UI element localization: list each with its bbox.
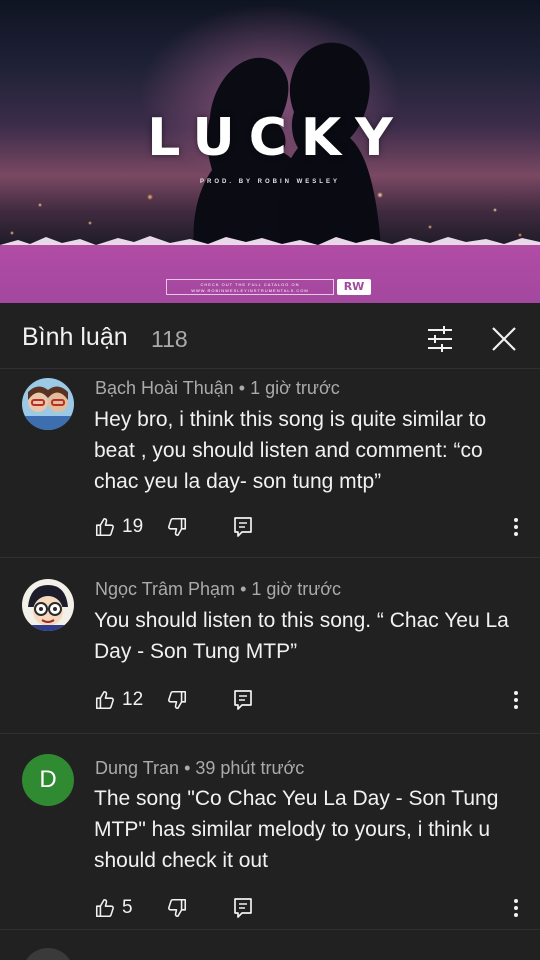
- sort-filter-icon[interactable]: [422, 321, 458, 357]
- comments-count: 118: [151, 326, 188, 352]
- comment-actions: 5: [94, 895, 534, 921]
- comments-header: Bình luận 118: [0, 303, 540, 369]
- video-banner: CHECK OUT THE FULL CATALOG ON WWW.ROBINW…: [0, 245, 540, 303]
- comment-meta: Bạch Hoài Thuận • 1 giờ trước: [95, 378, 340, 399]
- like-button[interactable]: 5: [94, 895, 133, 921]
- comment-author[interactable]: Dung Tran: [95, 758, 179, 778]
- comment-item: Ngọc Trâm Phạm • 1 giờ trước You should …: [0, 558, 540, 734]
- avatar[interactable]: [22, 948, 74, 960]
- comment-time: 39 phút trước: [195, 758, 305, 778]
- video-title-text: LUCKY: [147, 108, 407, 168]
- close-icon[interactable]: [484, 319, 524, 359]
- video-player[interactable]: LUCKY PROD. BY ROBIN WESLEY CHECK OUT TH…: [0, 0, 540, 303]
- reply-icon[interactable]: [233, 516, 253, 538]
- thumbs-down-icon[interactable]: [166, 516, 188, 538]
- comment-item-partial: [0, 930, 540, 960]
- comment-meta: Dung Tran • 39 phút trước: [95, 758, 304, 779]
- meta-separator: •: [238, 378, 251, 398]
- more-options-icon[interactable]: [506, 895, 526, 921]
- like-button[interactable]: 12: [94, 687, 143, 713]
- avatar[interactable]: D: [22, 754, 74, 806]
- comment-actions: 12: [94, 687, 534, 713]
- comment-time: 1 giờ trước: [251, 579, 342, 599]
- comment-author[interactable]: Ngọc Trâm Phạm: [95, 579, 235, 599]
- reply-icon[interactable]: [233, 689, 253, 711]
- thumbs-up-icon: [95, 690, 114, 710]
- like-button[interactable]: 19: [94, 514, 143, 540]
- avatar[interactable]: [22, 378, 74, 430]
- like-count: 12: [122, 689, 144, 710]
- comment-time: 1 giờ trước: [250, 378, 340, 398]
- avatar[interactable]: [22, 579, 74, 631]
- thumbs-up-icon: [95, 517, 114, 537]
- comment-text: You should listen to this song. “ Chac Y…: [94, 609, 509, 663]
- like-count: 19: [122, 516, 144, 537]
- thumbs-down-icon[interactable]: [166, 689, 188, 711]
- catalog-line-2: WWW.ROBINWESLEYINSTRUMENTALS.COM: [191, 288, 309, 293]
- comment-meta: Ngọc Trâm Phạm • 1 giờ trước: [95, 579, 341, 600]
- thumbs-up-icon: [95, 898, 114, 918]
- more-options-icon[interactable]: [506, 514, 526, 540]
- comment-text: Hey bro, i think this song is quite simi…: [94, 408, 487, 493]
- producer-credit: PROD. BY ROBIN WESLEY: [200, 179, 340, 185]
- more-options-icon[interactable]: [506, 687, 526, 713]
- comment-item: D Dung Tran • 39 phút trước The song "Co…: [0, 734, 540, 930]
- comment-text: The song "Co Chac Yeu La Day - Son Tung …: [94, 787, 499, 872]
- thumbs-down-icon[interactable]: [166, 897, 188, 919]
- catalog-box: CHECK OUT THE FULL CATALOG ON WWW.ROBINW…: [166, 279, 334, 295]
- meta-separator: •: [240, 579, 252, 599]
- like-count: 5: [122, 897, 133, 918]
- meta-separator: •: [184, 758, 196, 778]
- comment-item: Bạch Hoài Thuận • 1 giờ trước Hey bro, i…: [0, 370, 540, 558]
- comment-list[interactable]: Bạch Hoài Thuận • 1 giờ trước Hey bro, i…: [0, 370, 540, 960]
- rw-logo: RW: [337, 279, 371, 295]
- comment-actions: 19: [94, 514, 534, 540]
- comment-author[interactable]: Bạch Hoài Thuận: [95, 378, 234, 398]
- comments-title: Bình luận: [22, 323, 128, 351]
- reply-icon[interactable]: [233, 897, 253, 919]
